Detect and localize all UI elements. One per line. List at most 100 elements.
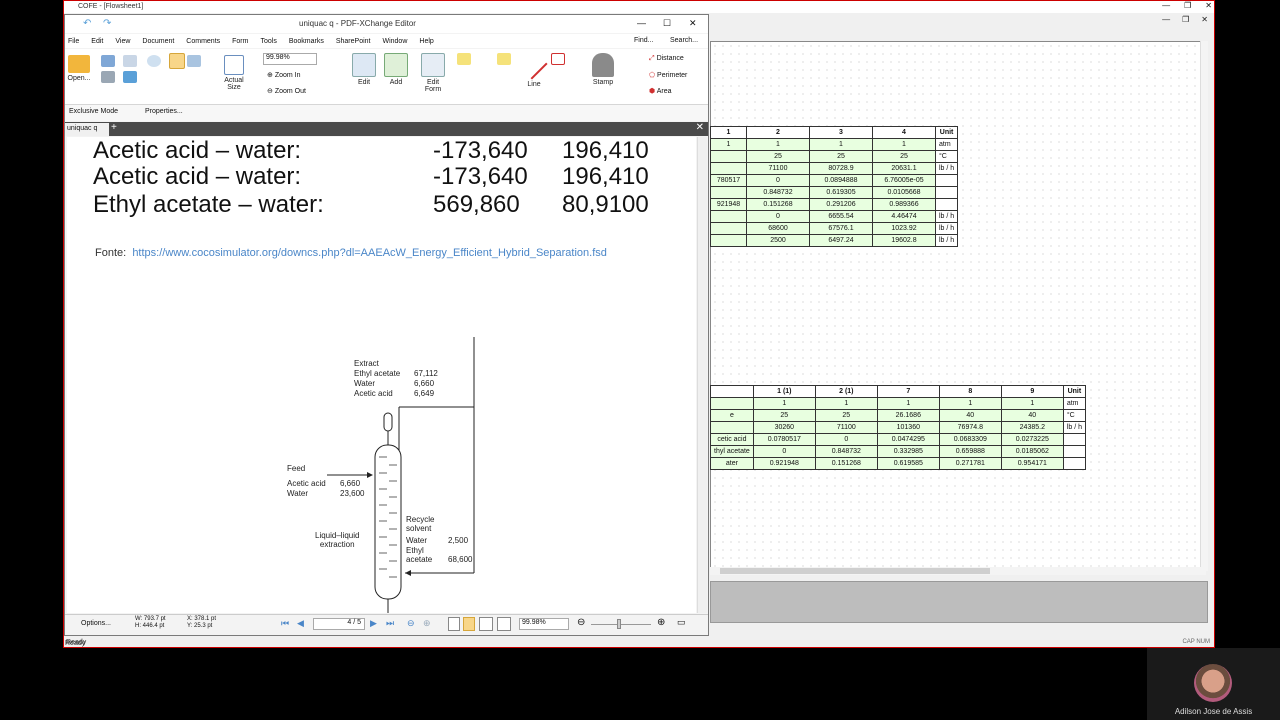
table-cell[interactable]: 0.0780517 [752, 433, 816, 446]
table-cell[interactable]: 68600 [746, 222, 810, 235]
menu-tools[interactable]: Tools [260, 38, 276, 45]
menu-bookmarks[interactable]: Bookmarks [289, 38, 324, 45]
table-cell[interactable] [1062, 457, 1087, 470]
inner-close-icon[interactable]: ✕ [1201, 15, 1208, 24]
table-cell[interactable]: 1 [752, 397, 816, 410]
edit-form-button[interactable]: Edit Form [419, 53, 447, 93]
document-vertical-scrollbar[interactable] [697, 137, 707, 613]
table-cell[interactable]: 0.0894888 [809, 174, 873, 187]
table-cell[interactable] [1062, 445, 1087, 458]
distance-button[interactable]: ⤢ Distance [649, 55, 684, 63]
table-cell[interactable]: 0.151268 [746, 198, 810, 211]
back-view-icon[interactable]: ⊖ [407, 618, 415, 629]
table-cell[interactable]: 0.332985 [876, 445, 940, 458]
next-page-icon[interactable]: ▶ [370, 618, 377, 629]
menu-edit[interactable]: Edit [91, 38, 103, 45]
table-cell[interactable]: 0.989366 [872, 198, 936, 211]
table-row[interactable]: 1 1 1 1 atm [710, 138, 959, 151]
zoom-slider-thumb[interactable] [617, 619, 621, 629]
table-cell[interactable]: 2500 [746, 234, 810, 247]
table-cell[interactable]: 0.0273225 [1000, 433, 1064, 446]
table-row[interactable]: 0.848732 0.619305 0.0105668 [710, 186, 959, 199]
flowsheet-horizontal-scrollbar[interactable] [710, 567, 1206, 575]
zoom-in-icon[interactable]: ⊕ [657, 617, 665, 628]
table-row[interactable]: 30260 71100 101360 76974.8 24385.2 lb / h [710, 421, 1087, 434]
undo-icon[interactable]: ↶ [83, 18, 91, 29]
table-cell[interactable]: 40 [938, 409, 1002, 422]
zoom-select[interactable]: 99.98% [263, 53, 317, 65]
table-cell[interactable]: 0 [814, 433, 878, 446]
table-row[interactable]: ater 0.921948 0.151268 0.619585 0.271781 0.95… [710, 457, 1087, 470]
zoom-out-button[interactable]: ⊖ Zoom Out [267, 87, 306, 95]
hand-tool-icon[interactable] [169, 53, 185, 71]
table-cell[interactable]: lb / h [934, 234, 959, 247]
table-cell[interactable]: 101360 [876, 421, 940, 434]
table-cell[interactable] [1062, 433, 1087, 446]
snapshot-icon[interactable] [187, 55, 201, 69]
zoom-out-icon[interactable]: ⊖ [577, 617, 585, 628]
table-cell[interactable] [934, 186, 959, 199]
line-button[interactable]: Line [516, 48, 548, 88]
area-button[interactable]: ⬢ Area [649, 87, 671, 95]
source-link[interactable]: https://www.cocosimulator.org/downcs.php… [132, 247, 607, 259]
table-cell[interactable]: thyl acetate [710, 445, 754, 458]
redo-icon[interactable]: ↷ [103, 18, 111, 29]
menu-form[interactable]: Form [232, 38, 248, 45]
flowsheet-canvas[interactable]: 1 2 3 4 Unit 1 1 1 1 atm 25 25 25 °C 71100 80728.9 20631… [710, 41, 1206, 571]
table-cell[interactable]: atm [934, 138, 959, 151]
maximize-icon[interactable]: ☐ [663, 18, 671, 29]
table-cell[interactable]: 6497.24 [809, 234, 873, 247]
table-cell[interactable]: 30260 [752, 421, 816, 434]
table-cell[interactable]: 1 [938, 397, 1002, 410]
table-cell[interactable]: 0.151268 [814, 457, 878, 470]
menu-comments[interactable]: Comments [186, 38, 220, 45]
table-cell[interactable]: atm [1062, 397, 1087, 410]
print-icon[interactable] [101, 71, 115, 85]
table-cell[interactable]: 80728.9 [809, 162, 873, 175]
first-page-icon[interactable]: ⏮ [281, 618, 289, 629]
table-cell[interactable]: lb / h [934, 210, 959, 223]
two-continuous-icon[interactable] [497, 617, 511, 631]
table-cell[interactable]: 0.271781 [938, 457, 1002, 470]
save-icon[interactable] [101, 55, 115, 69]
table-row[interactable]: e 25 25 26.1686 40 40 °C [710, 409, 1087, 422]
zoom-select-bottom[interactable]: 99.98% [519, 618, 569, 630]
flowsheet-vertical-scrollbar[interactable] [1200, 41, 1208, 571]
table-cell[interactable]: 19602.8 [872, 234, 936, 247]
table-cell[interactable]: 40 [1000, 409, 1064, 422]
close-icon[interactable]: ✕ [689, 18, 697, 29]
forward-view-icon[interactable]: ⊕ [423, 618, 431, 629]
single-page-icon[interactable] [448, 617, 460, 631]
prev-page-icon[interactable]: ◀ [297, 618, 304, 629]
table-cell[interactable]: 71100 [746, 162, 810, 175]
menu-file[interactable]: File [68, 38, 79, 45]
table-row[interactable]: thyl acetate 0 0.848732 0.332985 0.659888 0.0… [710, 445, 1087, 458]
table-cell[interactable] [710, 210, 747, 223]
table-cell[interactable]: 0.619305 [809, 186, 873, 199]
table-cell[interactable] [710, 222, 747, 235]
new-tab-icon[interactable]: + [111, 122, 117, 133]
table-cell[interactable]: 76974.8 [938, 421, 1002, 434]
table-cell[interactable]: 71100 [814, 421, 878, 434]
table-cell[interactable]: 1 [814, 397, 878, 410]
table-cell[interactable]: 25 [814, 409, 878, 422]
table-cell[interactable]: 0.0683309 [938, 433, 1002, 446]
document-page[interactable]: Acetic acid – water: -173,640 196,410 Aceti… [67, 137, 696, 613]
stream-table-2[interactable]: 1 (1) 2 (1) 7 8 9 Unit 1 1 1 1 1 atm e 25 25 26.1686 40 4… [710, 385, 1087, 470]
perimeter-button[interactable]: ⬠ Perimeter [649, 71, 687, 79]
restore-icon[interactable]: ❐ [1184, 1, 1191, 13]
table-cell[interactable]: 67576.1 [809, 222, 873, 235]
table-cell[interactable]: 0.848732 [746, 186, 810, 199]
menu-document[interactable]: Document [142, 38, 174, 45]
table-cell[interactable]: 1 [876, 397, 940, 410]
table-cell[interactable]: 1 [710, 138, 747, 151]
table-cell[interactable]: 20631.1 [872, 162, 936, 175]
table-cell[interactable]: 6655.54 [809, 210, 873, 223]
table-cell[interactable]: 1 [1000, 397, 1064, 410]
open-button[interactable]: Open... [67, 55, 91, 82]
table-cell[interactable]: 0.954171 [1000, 457, 1064, 470]
table-cell[interactable] [934, 174, 959, 187]
table-cell[interactable]: 25 [746, 150, 810, 163]
zoom-slider[interactable] [591, 624, 651, 625]
table-row[interactable]: 71100 80728.9 20631.1 lb / h [710, 162, 959, 175]
